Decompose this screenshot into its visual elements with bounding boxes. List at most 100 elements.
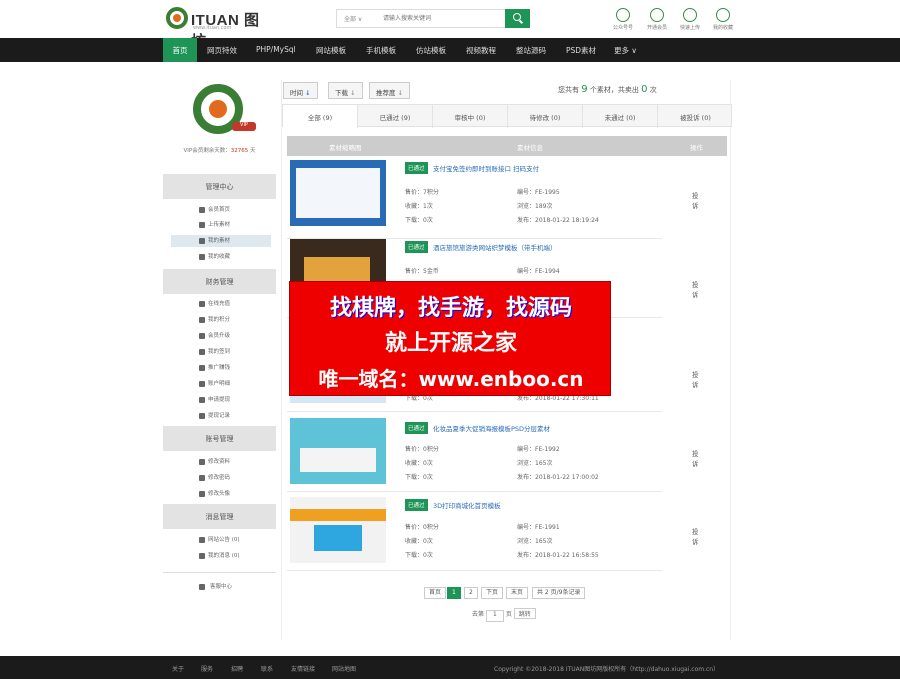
main-nav: 首页 网页特效 PHP/MySql 网站模板 手机模板 仿站模板 视频教程 整站… — [0, 38, 900, 96]
sidebar-item-announcements[interactable]: 网站公告 (0) — [171, 534, 271, 546]
page-next-button[interactable]: 下页 — [481, 587, 504, 599]
copyright: Copyright ©2018-2018 ITUAN图坊网版权所有（http:/… — [494, 666, 720, 673]
view-count: 浏览：189次 — [517, 203, 553, 210]
sidebar-item-promote[interactable]: 推广赚钱 — [171, 362, 271, 374]
sidebar-item-recharge[interactable]: 在线充值 — [171, 298, 271, 310]
search-category-select[interactable]: 全部 ∨ — [344, 14, 362, 23]
tab-approved[interactable]: 已通过 (9) — [358, 105, 433, 128]
nav-item[interactable]: 仿站模板 — [416, 45, 446, 56]
sidebar-item-change-avatar[interactable]: 修改头像 — [171, 488, 271, 500]
section-finance-title: 财务管理 — [163, 269, 276, 294]
bulb-icon — [199, 537, 205, 543]
footer-link[interactable]: 网站地图 — [332, 664, 356, 673]
points-icon — [199, 317, 205, 323]
sidebar-item-upload[interactable]: 上传素材 — [171, 219, 271, 231]
sidebar-item-points[interactable]: 我的积分 — [171, 314, 271, 326]
footer-link[interactable]: 招聘 — [231, 664, 243, 673]
nav-item[interactable]: 手机模板 — [366, 45, 396, 56]
view-count: 浏览：165次 — [517, 538, 553, 545]
header-link-vip[interactable]: 开通会员 — [642, 8, 672, 31]
item-id: 编号：FE-1995 — [517, 189, 560, 196]
star-icon — [716, 8, 730, 22]
price: 售价：0积分 — [405, 524, 439, 531]
check-icon — [199, 349, 205, 355]
thumbnail-image[interactable] — [290, 418, 386, 484]
ad-banner-overlay[interactable]: 找棋牌，找手游，找源码 就上开源之家 唯一域名：www.enboo.cn — [289, 281, 611, 396]
sidebar-item-favorites[interactable]: 我的收藏 — [171, 251, 271, 263]
header-link-upload[interactable]: 快速上传 — [675, 8, 705, 31]
page-last-button[interactable]: 末页 — [506, 587, 529, 599]
chat-icon — [199, 553, 205, 559]
site-logo[interactable]: ITUAN 图坊 www.ituan.com — [166, 6, 272, 50]
section-manage-title: 管理中心 — [163, 174, 276, 199]
page-goto-input[interactable]: 1 — [485, 610, 504, 622]
complain-link[interactable]: 投诉 — [692, 279, 699, 299]
header-link-wechat[interactable]: 公众号号 — [608, 8, 638, 31]
tab-reviewing[interactable]: 审核中 (0) — [433, 105, 508, 128]
search-button[interactable] — [505, 9, 530, 28]
footer-link[interactable]: 关于 — [172, 664, 184, 673]
nav-item[interactable]: PHP/MySql — [256, 45, 296, 54]
sidebar-item-service[interactable]: 客服中心 — [171, 581, 271, 593]
nav-item[interactable]: 网站模板 — [316, 45, 346, 56]
nav-item-home[interactable]: 首页 — [163, 38, 197, 62]
page-first-button[interactable]: 首页 — [424, 587, 447, 599]
view-count: 浏览：165次 — [517, 460, 553, 467]
page-goto-button[interactable]: 跳转 — [513, 608, 536, 619]
table-header: 素材缩略图 素材信息 操作 — [287, 136, 727, 156]
complain-link[interactable]: 投诉 — [692, 190, 699, 210]
footer-link[interactable]: 服务 — [201, 664, 213, 673]
sidebar-item-messages[interactable]: 我的消息 (0) — [171, 550, 271, 562]
complain-link[interactable]: 投诉 — [692, 526, 699, 546]
trophy-icon — [199, 333, 205, 339]
thumbnail-image[interactable] — [290, 160, 386, 226]
sidebar-item-change-password[interactable]: 修改密码 — [171, 472, 271, 484]
page-1-button[interactable]: 1 — [447, 587, 461, 599]
footer-link[interactable]: 友情链接 — [291, 664, 315, 673]
sidebar-item-my-materials[interactable]: 我的素材 — [171, 235, 271, 247]
tab-to-modify[interactable]: 待修改 (0) — [508, 105, 583, 128]
tab-all[interactable]: 全部 (9) — [283, 105, 358, 128]
sidebar-item-edit-profile[interactable]: 修改资料 — [171, 456, 271, 468]
table-row: 已通过 3D打印商城化首页模板 售价：0积分 编号：FE-1991 收藏：0次 … — [287, 492, 699, 571]
nav-item[interactable]: 网页特效 — [207, 45, 237, 56]
material-title-link[interactable]: 化妆品夏季大促销海报模板PSD分层素材 — [433, 423, 550, 433]
nav-item[interactable]: 整站源码 — [516, 45, 546, 56]
nav-item[interactable]: 视频教程 — [466, 45, 496, 56]
tab-complained[interactable]: 被投诉 (0) — [658, 105, 733, 128]
sidebar-item-upgrade[interactable]: 会员升级 — [171, 330, 271, 342]
thumbnail-image[interactable] — [290, 497, 386, 563]
footer-link[interactable]: 联系 — [261, 664, 273, 673]
material-title-link[interactable]: 酒店旅馆旅游类网站织梦模板（带手机端） — [433, 242, 557, 252]
material-title-link[interactable]: 3D打印商城化首页模板 — [433, 500, 501, 510]
search-input[interactable] — [383, 12, 493, 25]
nav-item-more[interactable]: 更多 ∨ — [614, 45, 637, 56]
arrow-down-icon: ↓ — [397, 89, 404, 97]
ad-line-3: 唯一域名：www.enboo.cn — [318, 367, 584, 391]
download-count: 下载：0次 — [405, 474, 433, 481]
sidebar-item-withdraw-log[interactable]: 提现记录 — [171, 410, 271, 422]
ad-line-1: 找棋牌，找手游，找源码 — [329, 296, 572, 321]
headset-icon — [199, 584, 205, 590]
sort-download-button[interactable]: 下载 ↓ — [328, 82, 363, 99]
sort-recommend-button[interactable]: 推荐度 ↓ — [369, 82, 411, 99]
item-id: 编号：FE-1994 — [517, 268, 560, 275]
sort-time-button[interactable]: 时间 ↓ — [283, 82, 318, 99]
tab-rejected[interactable]: 未通过 (0) — [583, 105, 658, 128]
download-count: 下载：0次 — [405, 217, 433, 224]
fav-count: 收藏：0次 — [405, 538, 433, 545]
sidebar-item-account-detail[interactable]: 账户明细 — [171, 378, 271, 390]
nav-item[interactable]: PSD素材 — [566, 45, 596, 56]
list-icon — [199, 381, 205, 387]
header-link-favorites[interactable]: 我的收藏 — [708, 8, 738, 31]
material-title-link[interactable]: 支付宝免签约即时到账接口 扫码支付 — [433, 163, 539, 173]
record-icon — [199, 413, 205, 419]
sidebar-item-withdraw[interactable]: 申请提现 — [171, 394, 271, 406]
complain-link[interactable]: 投诉 — [692, 448, 699, 468]
top-header: ITUAN 图坊 www.ituan.com 全部 ∨ 公众号号 开通会员 快速… — [0, 0, 900, 50]
complain-link[interactable]: 投诉 — [692, 369, 699, 389]
ad-line-2: 就上开源之家 — [384, 331, 517, 356]
page-2-button[interactable]: 2 — [464, 587, 478, 599]
sidebar-item-member-home[interactable]: 会员首页 — [171, 204, 271, 216]
sidebar-item-checkin[interactable]: 我的签到 — [171, 346, 271, 358]
